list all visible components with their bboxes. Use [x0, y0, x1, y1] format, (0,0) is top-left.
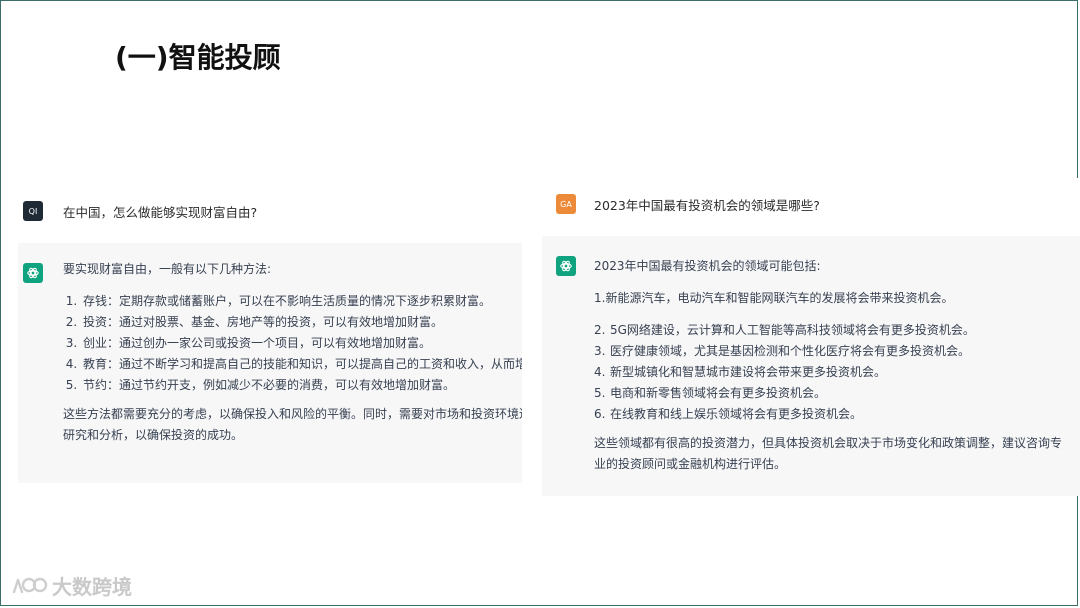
list-item: 节约：通过节约开支，例如减少不必要的消费，可以有效地增加财富。 — [81, 375, 522, 396]
user-message: GA 2023年中国最有投资机会的领域是哪些? — [542, 178, 1080, 236]
list-number: 6. — [594, 407, 606, 421]
user-avatar: QI — [23, 201, 43, 221]
list-item: 4. 新型城镇化和智慧城市建设将会带来更多投资机会。 — [594, 362, 1064, 383]
assistant-message: 要实现财富自由，一般有以下几种方法: 存钱：定期存款或储蓄账户，可以在不影响生活… — [18, 243, 522, 483]
list-item: 2. 5G网络建设，云计算和人工智能等高科技领域将会有更多投资机会。 — [594, 320, 1064, 341]
assistant-message: 2023年中国最有投资机会的领域可能包括: 1.新能源汽车，电动汽车和智能网联汽… — [542, 236, 1080, 496]
brand-logo-icon — [10, 570, 48, 600]
answer-outro: 这些领域都有很高的投资潜力，但具体投资机会取决于市场变化和政策调整，建议咨询专业… — [594, 436, 1063, 471]
list-number: 4. — [594, 365, 606, 379]
openai-logo-icon — [556, 256, 576, 276]
list-item: 5. 电商和新零售领域将会有更多投资机会。 — [594, 383, 1064, 404]
chat-panel-left: QI 在中国，怎么做能够实现财富自由? 要实现财富自由，一般有以下几种方法: 存… — [18, 185, 522, 483]
answer-list: 2. 5G网络建设，云计算和人工智能等高科技领域将会有更多投资机会。 3. 医疗健康… — [594, 320, 1064, 425]
list-text: 电商和新零售领域将会有更多投资机会。 — [610, 386, 827, 400]
answer-intro: 要实现财富自由，一般有以下几种方法: — [63, 262, 272, 276]
list-number: 5. — [594, 386, 606, 400]
list-item: 投资：通过对股票、基金、房地产等的投资，可以有效地增加财富。 — [81, 312, 522, 333]
user-question: 2023年中国最有投资机会的领域是哪些? — [594, 198, 820, 213]
list-item: 6. 在线教育和线上娱乐领域将会有更多投资机会。 — [594, 404, 1064, 425]
list-text: 5G网络建设，云计算和人工智能等高科技领域将会有更多投资机会。 — [610, 323, 975, 337]
answer-first-item: 1.新能源汽车，电动汽车和智能网联汽车的发展将会带来投资机会。 — [594, 291, 954, 305]
assistant-answer: 要实现财富自由，一般有以下几种方法: 存钱：定期存款或储蓄账户，可以在不影响生活… — [63, 259, 522, 446]
openai-logo-icon — [23, 263, 43, 283]
answer-intro: 2023年中国最有投资机会的领域可能包括: — [594, 259, 821, 273]
list-text: 医疗健康领域，尤其是基因检测和个性化医疗将会有更多投资机会。 — [610, 344, 971, 358]
list-text: 在线教育和线上娱乐领域将会有更多投资机会。 — [610, 407, 863, 421]
list-number: 3. — [594, 344, 606, 358]
list-item: 创业：通过创办一家公司或投资一个项目，可以有效地增加财富。 — [81, 333, 522, 354]
list-item: 存钱：定期存款或储蓄账户，可以在不影响生活质量的情况下逐步积累财富。 — [81, 291, 522, 312]
list-text: 新型城镇化和智慧城市建设将会带来更多投资机会。 — [610, 365, 887, 379]
list-item: 3. 医疗健康领域，尤其是基因检测和个性化医疗将会有更多投资机会。 — [594, 341, 1064, 362]
user-avatar: GA — [556, 194, 576, 214]
chat-panel-right: GA 2023年中国最有投资机会的领域是哪些? 2023年中国最有投资机会的领域… — [542, 178, 1080, 496]
list-item: 教育：通过不断学习和提高自己的技能和知识，可以提高自己的工资和收入，从而增加财富… — [81, 354, 522, 375]
assistant-answer: 2023年中国最有投资机会的领域可能包括: 1.新能源汽车，电动汽车和智能网联汽… — [594, 256, 1064, 475]
slide-title: (一)智能投顾 — [115, 41, 281, 74]
list-number: 2. — [594, 323, 606, 337]
answer-list: 存钱：定期存款或储蓄账户，可以在不影响生活质量的情况下逐步积累财富。 投资：通过… — [63, 291, 522, 396]
user-message: QI 在中国，怎么做能够实现财富自由? — [18, 185, 522, 243]
user-question: 在中国，怎么做能够实现财富自由? — [63, 205, 258, 220]
answer-outro: 这些方法都需要充分的考虑，以确保投入和风险的平衡。同时，需要对市场和投资环境进行… — [63, 407, 522, 442]
watermark-text: 大数跨境 — [52, 574, 132, 599]
watermark-logo: 大数跨境 — [10, 570, 132, 600]
